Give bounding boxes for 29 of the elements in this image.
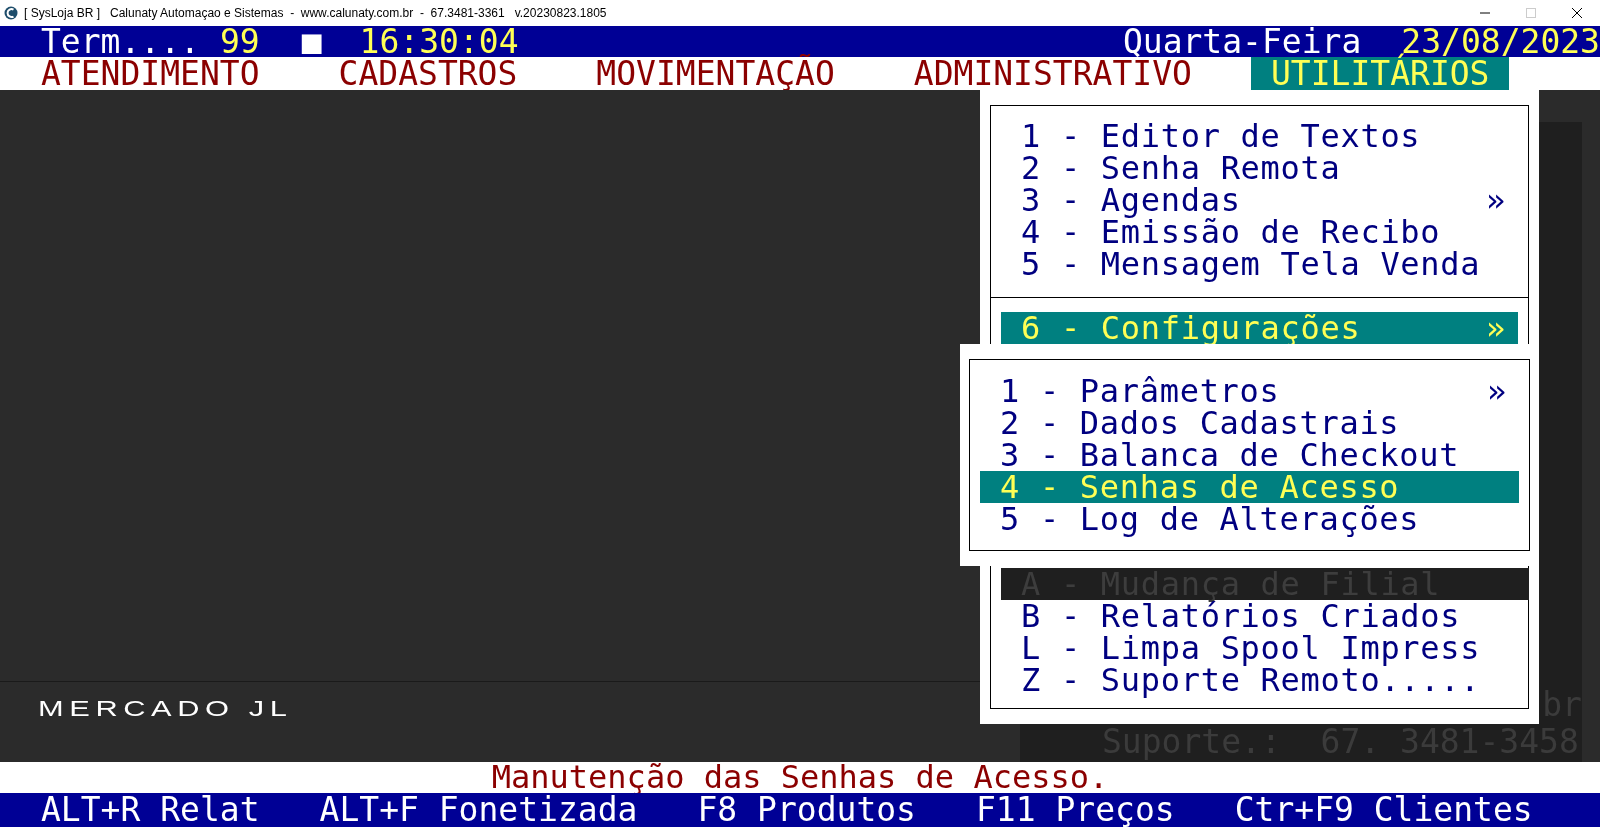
close-icon[interactable] [1572,8,1582,18]
menu-item[interactable]: 2 - Senha Remota [1001,152,1518,184]
shortcut-hint: F11 Preços [976,793,1175,827]
company-name: MERCADO JL [38,696,293,722]
menu-bar-item[interactable]: CADASTROS [318,57,538,90]
menu-bar-item[interactable]: ADMINISTRATIVO [893,57,1212,90]
menu-item[interactable]: 1 - Parâmetros » [980,375,1519,407]
menu-item[interactable]: 5 - Mensagem Tela Venda [1001,248,1518,280]
shortcut-hint: ALT+R Relat [41,793,260,827]
shortcut-hint: F8 Produtos [697,793,916,827]
menu-item[interactable]: 2 - Dados Cadastrais [980,407,1519,439]
menu-item[interactable]: 1 - Editor de Textos [1001,120,1518,152]
menu-item[interactable]: 3 - Agendas » [1001,184,1518,216]
menu-item[interactable]: B - Relatórios Criados [1001,600,1518,632]
status-indicator: ■ [301,26,322,57]
menu-bar-item[interactable]: ATENDIMENTO [21,57,280,90]
terminal-label: Term.... [41,26,200,57]
menu-item[interactable]: L - Limpa Spool Impress [1001,632,1518,664]
window-title: [ SysLoja BR ] Calunaty Automaçao e Sistemas - www.calunaty.com.br - 67.3481-3361 v.20230823.1805 [24,6,608,20]
menu-item[interactable]: 4 - Senhas de Acesso [980,471,1519,503]
app-logo-icon [4,6,18,20]
shortcut-hint: ALT+F Fonetizada [319,793,638,827]
menu-item[interactable]: 3 - Balanca de Checkout [980,439,1519,471]
terminal-number: 99 [219,26,260,57]
clock-time: 16:30:04 [359,26,519,57]
status-message: Manutenção das Senhas de Acesso. [491,762,1109,793]
menu-item[interactable]: 6 - Configurações » [1001,312,1518,344]
menu-item[interactable]: 5 - Log de Alterações [980,503,1519,535]
shortcut-hint: Ctr+F9 Clientes [1234,793,1533,827]
